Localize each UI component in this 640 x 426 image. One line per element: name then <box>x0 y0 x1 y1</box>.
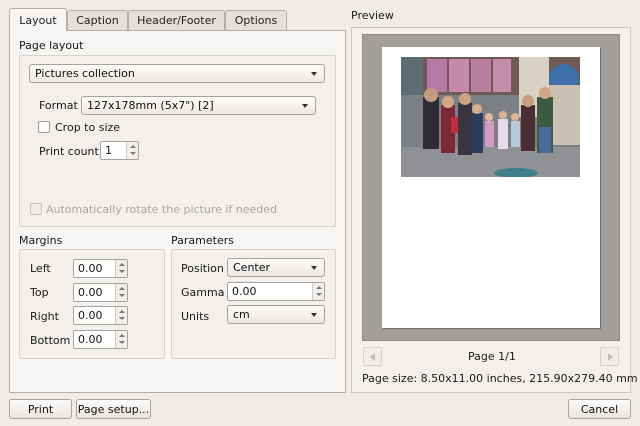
page-setup-button[interactable]: Page setup... <box>76 399 151 419</box>
auto-rotate-label: Automatically rotate the picture if need… <box>46 203 278 216</box>
margin-bottom-value: 0.00 <box>78 333 103 346</box>
format-label: Format <box>39 99 78 112</box>
margin-right-value: 0.00 <box>78 309 103 322</box>
tab-options-label: Options <box>234 14 278 27</box>
auto-rotate-checkbox[interactable] <box>30 203 42 215</box>
position-select[interactable]: Center <box>227 258 325 277</box>
margin-bottom-spin-buttons[interactable] <box>115 331 127 348</box>
arrow-up-icon <box>119 334 125 337</box>
arrow-down-icon <box>119 270 125 273</box>
margin-bottom-label: Bottom <box>30 334 71 347</box>
margin-bottom-stepper[interactable]: 0.00 <box>73 330 128 349</box>
layout-select-value: Pictures collection <box>35 67 135 80</box>
page-layout-title: Page layout <box>19 39 84 52</box>
arrow-up-icon <box>119 310 125 313</box>
margin-right-stepper[interactable]: 0.00 <box>73 306 128 325</box>
gamma-value: 0.00 <box>232 285 257 298</box>
margin-top-label: Top <box>30 286 49 299</box>
chevron-down-icon <box>311 266 317 270</box>
margin-right-label: Right <box>30 310 59 323</box>
arrow-down-icon <box>316 293 322 296</box>
layout-select[interactable]: Pictures collection <box>29 64 325 83</box>
chevron-right-icon <box>608 353 613 361</box>
units-select-value: cm <box>233 308 250 321</box>
previous-page-button[interactable] <box>363 347 382 366</box>
page-setup-button-label: Page setup... <box>77 402 150 416</box>
page-size-info: Page size: 8.50x11.00 inches, 215.90x279… <box>362 372 638 385</box>
arrow-down-icon <box>119 317 125 320</box>
margin-left-stepper[interactable]: 0.00 <box>73 259 128 278</box>
tab-layout[interactable]: Layout <box>9 8 67 31</box>
preview-title: Preview <box>351 9 394 22</box>
next-page-button[interactable] <box>600 347 619 366</box>
print-count-spin-buttons[interactable] <box>126 142 138 159</box>
gamma-stepper[interactable]: 0.00 <box>227 282 325 301</box>
margin-left-value: 0.00 <box>78 262 103 275</box>
tab-header-footer-label: Header/Footer <box>137 14 216 27</box>
tab-options[interactable]: Options <box>225 10 287 30</box>
print-button[interactable]: Print <box>9 399 72 419</box>
position-label: Position <box>181 262 224 275</box>
margin-top-spin-buttons[interactable] <box>115 284 127 301</box>
chevron-down-icon <box>311 313 317 317</box>
arrow-up-icon <box>130 145 136 148</box>
chevron-down-icon <box>311 72 317 76</box>
cancel-button[interactable]: Cancel <box>568 399 631 419</box>
format-select-value: 127x178mm (5x7") [2] <box>87 99 214 112</box>
print-count-stepper[interactable]: 1 <box>100 141 139 160</box>
tab-header-footer[interactable]: Header/Footer <box>128 10 225 30</box>
margins-title: Margins <box>19 234 63 247</box>
page-indicator: Page 1/1 <box>468 350 516 363</box>
arrow-up-icon <box>119 263 125 266</box>
margin-left-label: Left <box>30 262 51 275</box>
arrow-down-icon <box>119 294 125 297</box>
crop-to-size-label: Crop to size <box>55 121 121 134</box>
photo-image-icon <box>401 57 580 177</box>
format-select[interactable]: 127x178mm (5x7") [2] <box>81 96 316 115</box>
print-count-label: Print count <box>39 145 99 158</box>
units-select[interactable]: cm <box>227 305 325 324</box>
cancel-button-label: Cancel <box>580 402 619 416</box>
arrow-up-icon <box>316 286 322 289</box>
position-select-value: Center <box>233 261 271 274</box>
print-count-value: 1 <box>105 144 112 157</box>
parameters-title: Parameters <box>171 234 234 247</box>
arrow-up-icon <box>119 287 125 290</box>
units-label: Units <box>181 310 210 323</box>
chevron-left-icon <box>370 353 375 361</box>
chevron-down-icon <box>302 104 308 108</box>
margin-right-spin-buttons[interactable] <box>115 307 127 324</box>
tab-caption[interactable]: Caption <box>67 10 128 30</box>
print-button-label: Print <box>27 402 54 416</box>
margin-top-stepper[interactable]: 0.00 <box>73 283 128 302</box>
margin-left-spin-buttons[interactable] <box>115 260 127 277</box>
tab-layout-label: Layout <box>19 13 57 27</box>
arrow-down-icon <box>119 341 125 344</box>
crop-to-size-checkbox[interactable] <box>38 121 50 133</box>
tab-caption-label: Caption <box>76 14 119 27</box>
gamma-label: Gamma <box>181 286 225 299</box>
preview-photo <box>401 57 580 177</box>
arrow-down-icon <box>130 152 136 155</box>
margin-top-value: 0.00 <box>78 286 103 299</box>
gamma-spin-buttons[interactable] <box>312 283 324 300</box>
